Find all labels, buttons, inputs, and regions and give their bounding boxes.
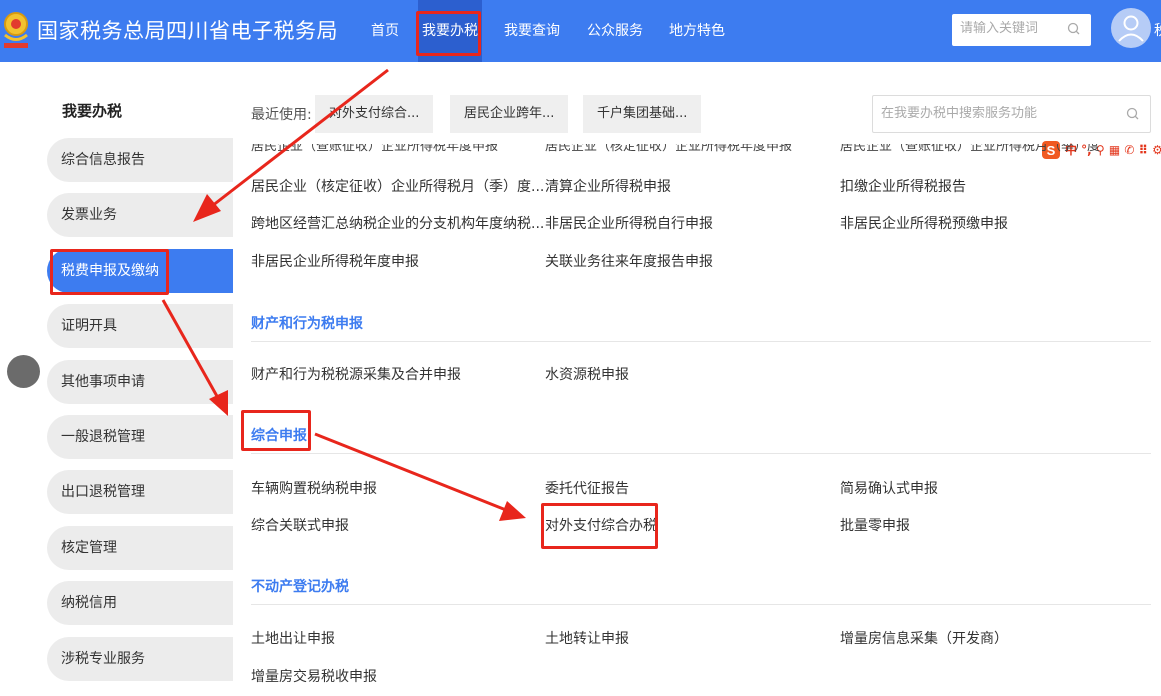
recent-chip[interactable]: 千户集团基础...	[583, 95, 702, 133]
header-bar: 国家税务总局四川省电子税务局 首页 我要办税 我要查询 公众服务 地方特色 税	[0, 0, 1161, 62]
sidebar-item-tax-services[interactable]: 涉税专业服务	[47, 637, 233, 681]
search-icon[interactable]	[1066, 21, 1082, 37]
list-item[interactable]: 批量零申报	[840, 515, 910, 535]
nav-home[interactable]: 首页	[367, 0, 403, 62]
section-title-real-estate: 不动产登记办税	[251, 579, 349, 595]
sidebar-item-invoice[interactable]: 发票业务	[47, 193, 233, 237]
site-title[interactable]: 国家税务总局四川省电子税务局	[37, 15, 338, 45]
search-icon[interactable]	[1125, 106, 1141, 122]
list-item[interactable]: 非居民企业所得税预缴申报	[840, 213, 1008, 233]
user-avatar[interactable]	[1111, 8, 1151, 48]
list-item[interactable]: 增量房交易税收申报	[251, 666, 377, 686]
nav-local-features[interactable]: 地方特色	[665, 0, 729, 62]
list-item[interactable]: 委托代征报告	[545, 478, 629, 498]
section-divider	[251, 453, 1151, 454]
sidebar-item-general-refund[interactable]: 一般退税管理	[47, 415, 233, 459]
list-item[interactable]: 居民企业（核定征收）企业所得税年度申报	[545, 144, 792, 154]
list-item[interactable]: 财产和行为税税源采集及合并申报	[251, 364, 461, 384]
list-item[interactable]: 非居民企业所得税自行申报	[545, 213, 713, 233]
nav-public-service[interactable]: 公众服务	[583, 0, 647, 62]
scrolled-row: 居民企业（查账征收）企业所得税年度申报 居民企业（核定征收）企业所得税年度申报 …	[233, 144, 1161, 154]
recent-label: 最近使用:	[251, 107, 312, 123]
section-divider	[251, 604, 1151, 605]
list-item[interactable]: 简易确认式申报	[840, 478, 938, 498]
list-item[interactable]: 土地转让申报	[545, 628, 629, 648]
recent-chip[interactable]: 对外支付综合...	[315, 95, 434, 133]
header-search-input[interactable]	[960, 21, 1060, 36]
user-icon	[1118, 15, 1144, 42]
sidebar-title: 我要办税	[62, 102, 123, 120]
highlight-sidebar-tax-declaration	[50, 249, 169, 295]
list-item[interactable]: 居民企业（核定征收）企业所得税月（季）度...	[251, 176, 544, 196]
nav-query[interactable]: 我要查询	[500, 0, 564, 62]
list-item[interactable]: 扣缴企业所得税报告	[840, 176, 966, 196]
list-item[interactable]: 水资源税申报	[545, 364, 629, 384]
section-title-property-tax: 财产和行为税申报	[251, 316, 363, 332]
list-item[interactable]: 车辆购置税纳税申报	[251, 478, 377, 498]
list-item[interactable]: 非居民企业所得税年度申报	[251, 251, 419, 271]
highlight-section-comprehensive	[241, 410, 311, 451]
highlight-foreign-payment	[541, 503, 658, 549]
list-item[interactable]: 土地出让申报	[251, 628, 335, 648]
main-panel: 最近使用: 对外支付综合... 居民企业跨年... 千户集团基础... S 中 …	[233, 62, 1161, 696]
list-item[interactable]: 增量房信息采集（开发商）	[840, 628, 1008, 648]
floating-handle[interactable]	[7, 355, 40, 388]
sidebar-item-credit[interactable]: 纳税信用	[47, 581, 233, 625]
highlight-nav-tax-handling	[416, 11, 481, 56]
list-item[interactable]: 清算企业所得税申报	[545, 176, 671, 196]
sidebar-item-certificate[interactable]: 证明开具	[47, 304, 233, 348]
user-name[interactable]: 税	[1154, 20, 1161, 40]
sidebar-item-other-requests[interactable]: 其他事项申请	[47, 360, 233, 404]
sidebar-item-export-refund[interactable]: 出口退税管理	[47, 470, 233, 514]
list-item[interactable]: 居民企业（查账征收）企业所得税月（季）度	[840, 144, 1100, 154]
list-item[interactable]: 跨地区经营汇总纳税企业的分支机构年度纳税...	[251, 213, 544, 233]
sidebar-item-assessment[interactable]: 核定管理	[47, 526, 233, 570]
service-search	[872, 95, 1151, 133]
recent-chip[interactable]: 居民企业跨年...	[450, 95, 569, 133]
tax-emblem-icon	[4, 12, 28, 48]
section-divider	[251, 341, 1151, 342]
service-search-input[interactable]	[881, 106, 1101, 121]
list-item[interactable]: 居民企业（查账征收）企业所得税年度申报	[251, 144, 498, 154]
list-item[interactable]: 关联业务往来年度报告申报	[545, 251, 713, 271]
sidebar-item-info-report[interactable]: 综合信息报告	[47, 138, 233, 182]
header-search	[952, 14, 1091, 46]
page: 国家税务总局四川省电子税务局 首页 我要办税 我要查询 公众服务 地方特色 税 …	[0, 0, 1161, 696]
list-item[interactable]: 综合关联式申报	[251, 515, 349, 535]
